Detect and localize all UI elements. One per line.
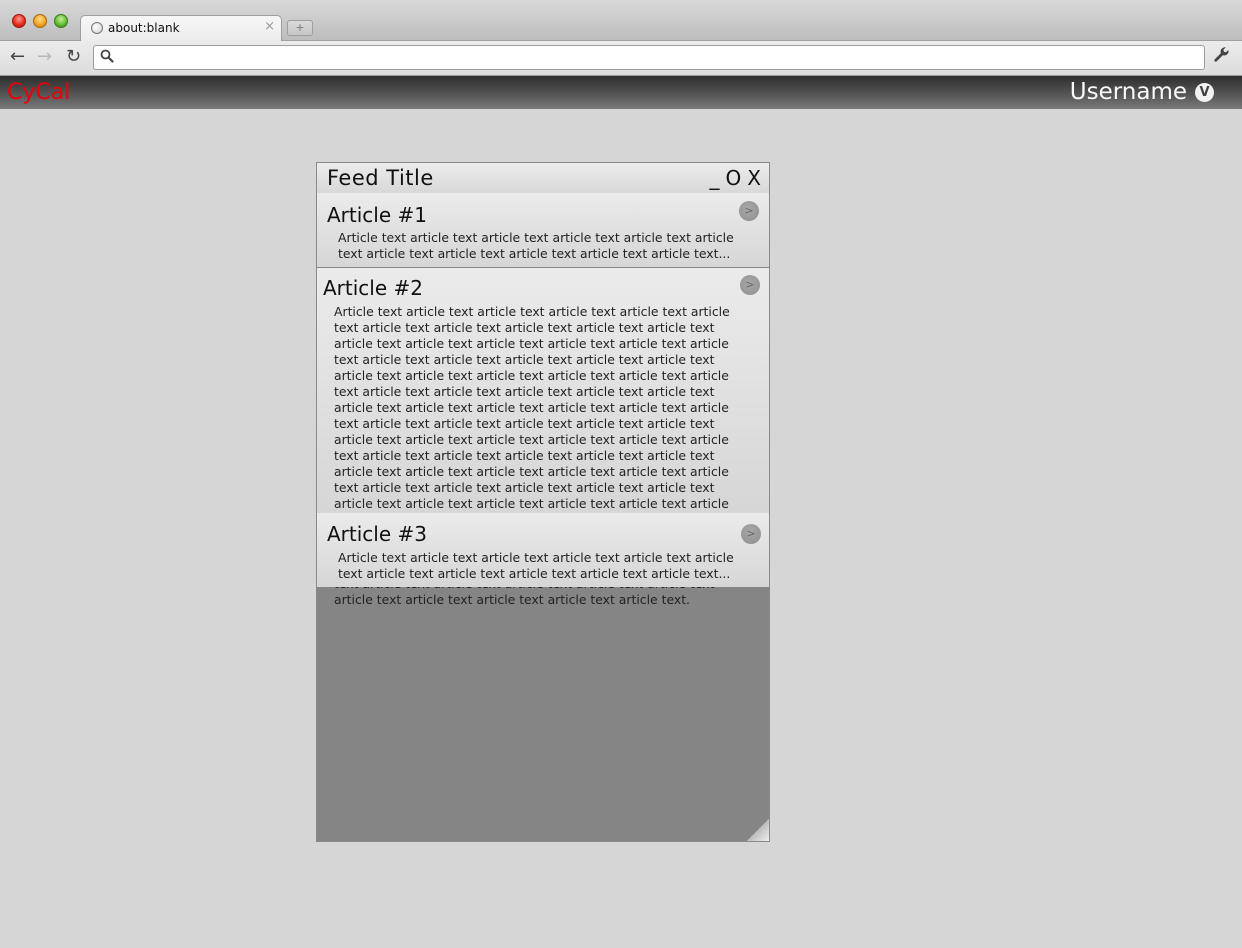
article-item[interactable]: Article #3 > Article text article text a… (317, 513, 769, 587)
feed-window: Feed Title _ O X Article #1 > Article te… (316, 162, 770, 842)
feed-title: Feed Title (327, 166, 434, 190)
tab-title: about:blank (108, 21, 180, 35)
brand-logo[interactable]: CyCal (7, 80, 70, 105)
app-header: CyCal Username V (0, 76, 1242, 109)
article-text: Article text article text article text a… (338, 230, 734, 261)
forward-arrow-icon[interactable]: → (37, 46, 52, 68)
open-article-button[interactable]: > (740, 275, 760, 295)
browser-tab-strip: about:blank × + (0, 0, 1242, 41)
new-tab-button[interactable]: + (287, 20, 313, 36)
back-arrow-icon[interactable]: ← (10, 46, 25, 68)
maximize-button[interactable]: O (726, 166, 742, 190)
browser-tab[interactable]: about:blank × (80, 15, 282, 41)
article-title[interactable]: Article #1 (327, 203, 427, 227)
search-icon (100, 49, 114, 67)
close-button[interactable]: X (747, 166, 761, 190)
chevron-down-icon[interactable]: V (1195, 82, 1214, 102)
article-item[interactable]: Article #1 > Article text article text a… (317, 193, 769, 267)
address-input[interactable] (120, 48, 1204, 69)
reload-icon[interactable]: ↻ (66, 46, 81, 68)
wrench-icon[interactable] (1213, 46, 1231, 70)
open-article-button[interactable]: > (739, 201, 759, 221)
minimize-button[interactable]: _ (710, 166, 720, 190)
minimize-window-button[interactable] (33, 14, 47, 28)
browser-toolbar: ← → ↻ (0, 41, 1242, 76)
window-controls: _ O X (710, 166, 761, 190)
zoom-window-button[interactable] (54, 14, 68, 28)
article-title[interactable]: Article #2 (323, 276, 423, 300)
article-text: Article text article text article text a… (338, 550, 734, 581)
open-article-button[interactable]: > (741, 524, 761, 544)
close-window-button[interactable] (12, 14, 26, 28)
tab-close-icon[interactable]: × (264, 19, 275, 34)
globe-icon (91, 22, 103, 34)
user-menu[interactable]: Username V (1070, 79, 1214, 105)
address-bar[interactable] (93, 45, 1205, 70)
resize-handle[interactable] (747, 819, 769, 841)
username-label: Username (1069, 79, 1187, 105)
feed-titlebar[interactable]: Feed Title _ O X (317, 163, 769, 193)
article-title[interactable]: Article #3 (327, 522, 427, 546)
article-item[interactable]: Article #2 > Article text article text a… (317, 268, 769, 607)
